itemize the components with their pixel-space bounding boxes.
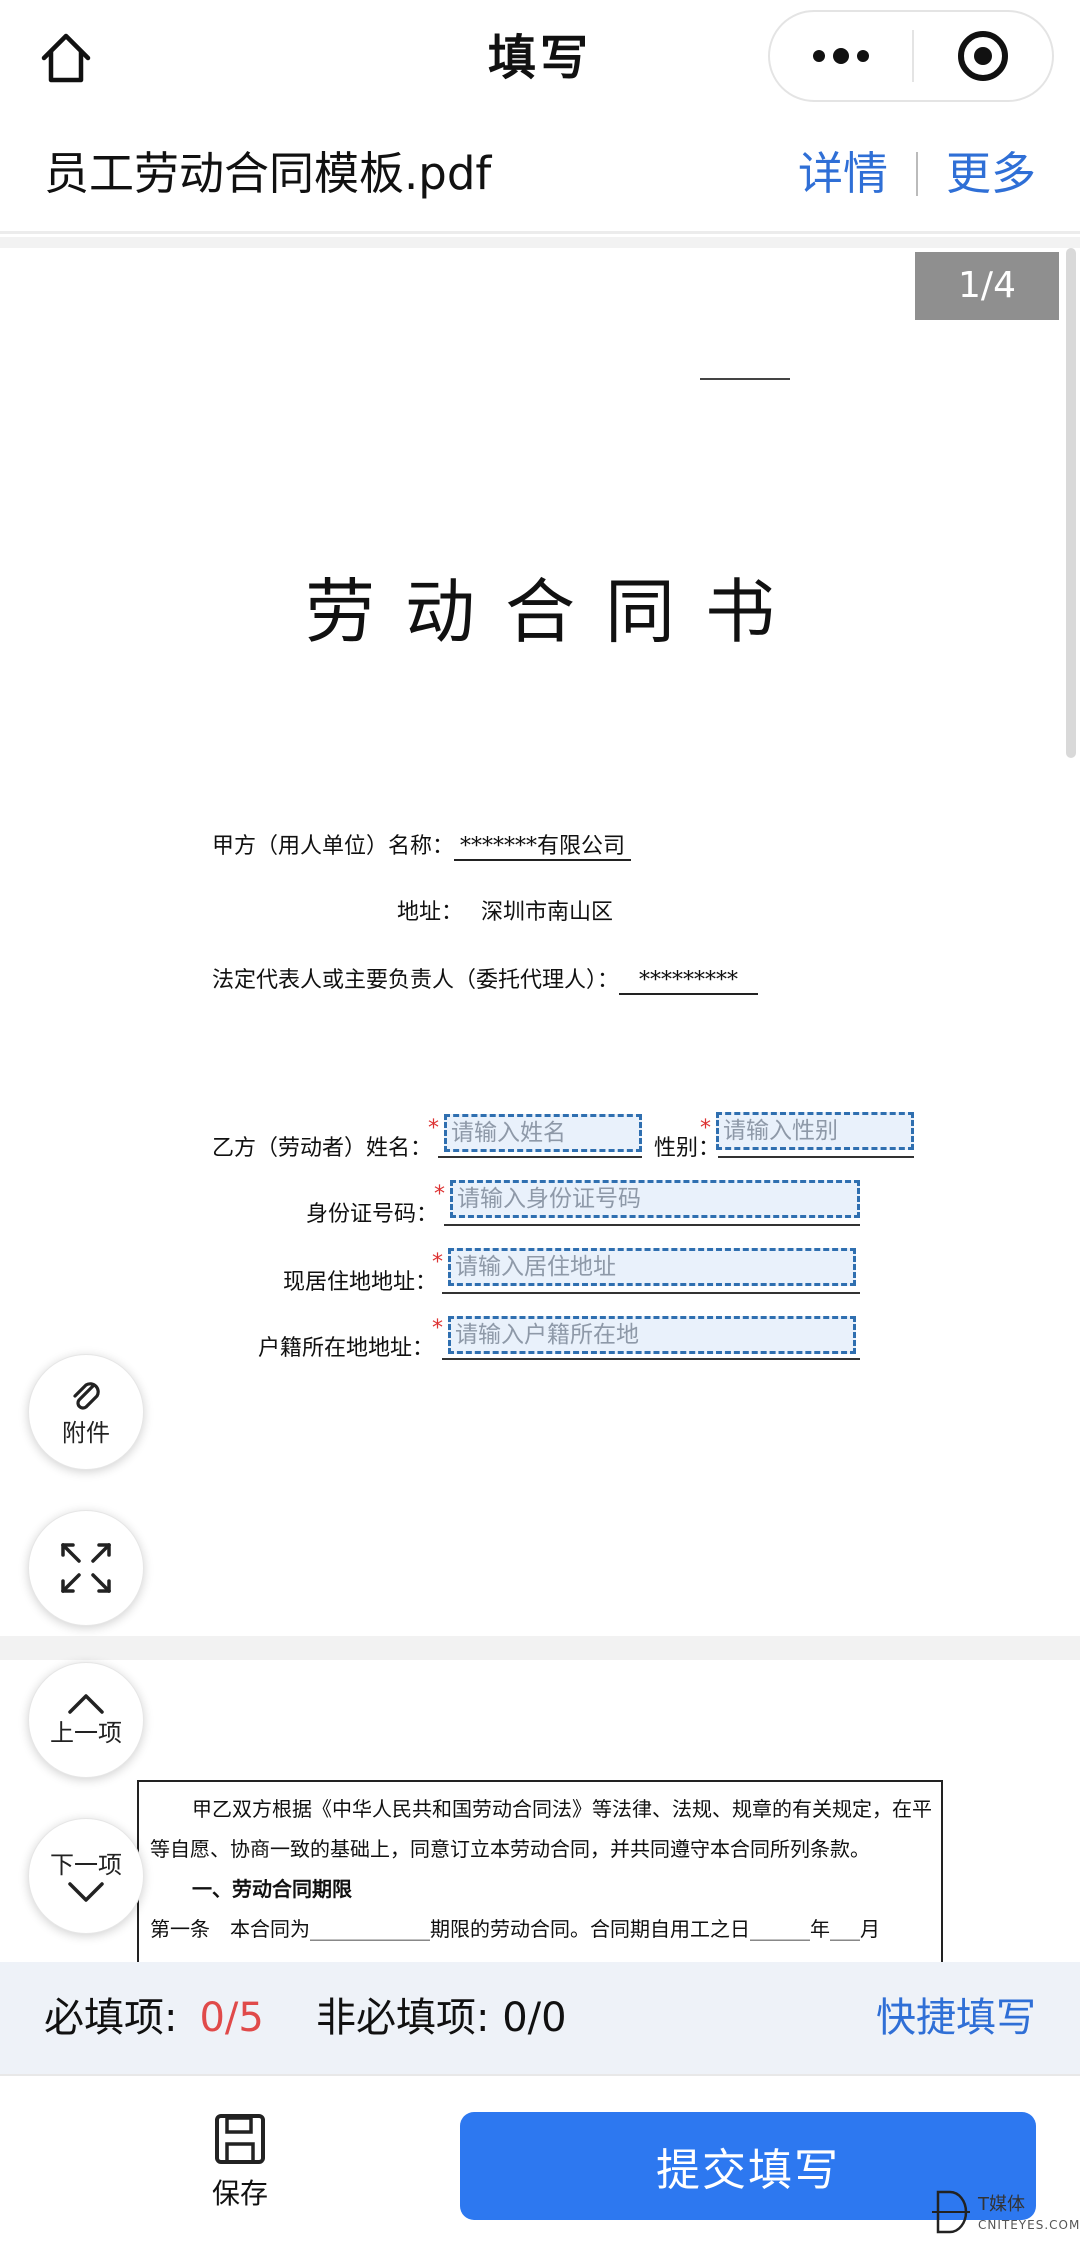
name-underline xyxy=(438,1156,642,1158)
watermark: T媒体 CNITEYES.COM xyxy=(930,2186,1079,2246)
file-bar: 员工劳动合同模板.pdf 详情 更多 xyxy=(0,118,1080,234)
page-2-line-4: 第一条 本合同为____________期限的劳动合同。合同期自用工之日____… xyxy=(150,1917,880,1941)
attachment-button[interactable]: 附件 xyxy=(28,1354,144,1470)
name-label: 乙方（劳动者）姓名： xyxy=(212,1136,433,1161)
gender-required-mark: * xyxy=(700,1116,711,1141)
name-input[interactable]: 请输入姓名 xyxy=(444,1114,642,1152)
more-menu-button[interactable] xyxy=(770,12,912,100)
id-number-required-mark: * xyxy=(434,1182,445,1207)
fullscreen-button[interactable] xyxy=(28,1510,144,1626)
hukou-input[interactable]: 请输入户籍所在地 xyxy=(448,1316,856,1354)
page-indicator: 1/4 xyxy=(915,252,1059,320)
save-icon xyxy=(215,2114,265,2164)
watermark-brand: T媒体 xyxy=(978,2194,1025,2215)
gender-input[interactable]: 请输入性别 xyxy=(716,1112,914,1150)
hukou-required-mark: * xyxy=(432,1316,443,1341)
scrollbar[interactable] xyxy=(1066,248,1076,758)
required-fields-status: 必填项: 0/5 xyxy=(44,1988,264,2048)
target-icon xyxy=(958,31,1008,81)
save-label: 保存 xyxy=(211,2177,268,2210)
document-page-1 xyxy=(0,248,1080,1636)
mini-program-capsule xyxy=(768,10,1054,102)
page-2-line-2: 等自愿、协商一致的基础上，同意订立本劳动合同，并共同遵守本合同所列条款。 xyxy=(150,1837,870,1861)
details-link[interactable]: 详情 xyxy=(798,144,888,204)
close-mini-program-button[interactable] xyxy=(914,12,1052,100)
fill-status-bar: 必填项: 0/5 非必填项: 0/0 快捷填写 xyxy=(0,1962,1080,2074)
residence-label: 现居住地地址： xyxy=(283,1270,438,1295)
representative-value: ********* xyxy=(619,968,759,995)
required-label: 必填项: xyxy=(44,1995,178,2041)
more-dots-icon xyxy=(813,48,869,64)
id-number-underline xyxy=(444,1224,860,1226)
header-rule xyxy=(700,378,790,380)
page-2-section-heading: 一、劳动合同期限 xyxy=(192,1877,352,1901)
paperclip-icon xyxy=(73,1382,100,1410)
quick-fill-link[interactable]: 快捷填写 xyxy=(876,1988,1036,2048)
id-number-label: 身份证号码： xyxy=(306,1202,439,1227)
next-field-button[interactable]: 下一项 xyxy=(28,1818,144,1934)
residence-required-mark: * xyxy=(432,1250,443,1275)
party-a-label: 甲方（用人单位）名称： xyxy=(212,834,455,859)
page-2-line-1: 甲乙双方根据《中华人民共和国劳动合同法》等法律、法规、规章的有关规定，在平 xyxy=(192,1797,932,1821)
hukou-underline xyxy=(442,1358,860,1360)
residence-underline xyxy=(442,1292,860,1294)
bottom-action-bar: 保存 提交填写 xyxy=(0,2074,1080,2256)
expand-icon xyxy=(61,1543,111,1593)
watermark-domain: CNITEYES.COM xyxy=(978,2218,1080,2232)
chevron-down-icon xyxy=(68,1882,104,1902)
contract-title: 劳动合同书 xyxy=(305,571,805,653)
save-button[interactable]: 保存 xyxy=(190,2112,290,2212)
next-field-label: 下一项 xyxy=(50,1851,122,1879)
name-required-mark: * xyxy=(428,1116,439,1141)
optional-fields-status: 非必填项: 0/0 xyxy=(316,1995,567,2041)
party-a-row: 甲方（用人单位）名称： *******有限公司 xyxy=(212,832,632,862)
id-number-input[interactable]: 请输入身份证号码 xyxy=(450,1180,860,1218)
address-label: 地址： xyxy=(397,900,464,925)
previous-field-label: 上一项 xyxy=(50,1719,122,1747)
hukou-label: 户籍所在地地址： xyxy=(258,1336,435,1361)
previous-field-button[interactable]: 上一项 xyxy=(28,1662,144,1778)
address-row: 地址： 深圳市南山区 xyxy=(397,898,613,928)
address-value: 深圳市南山区 xyxy=(481,900,614,925)
representative-label: 法定代表人或主要负责人（委托代理人）： xyxy=(212,968,620,993)
more-link[interactable]: 更多 xyxy=(946,144,1036,204)
gender-underline xyxy=(718,1156,914,1158)
link-divider xyxy=(915,152,918,196)
file-name: 员工劳动合同模板.pdf xyxy=(44,147,492,200)
party-a-name: *******有限公司 xyxy=(454,834,632,861)
representative-row: 法定代表人或主要负责人（委托代理人）： ********* xyxy=(212,966,759,996)
nav-bar: 填写 xyxy=(0,0,1080,118)
required-count: 0/5 xyxy=(199,1995,264,2041)
chevron-up-icon xyxy=(68,1694,104,1714)
watermark-logo-icon xyxy=(932,2190,970,2234)
attachment-label: 附件 xyxy=(62,1419,110,1447)
residence-input[interactable]: 请输入居住地址 xyxy=(448,1248,856,1286)
file-actions: 详情 更多 xyxy=(798,144,1036,204)
